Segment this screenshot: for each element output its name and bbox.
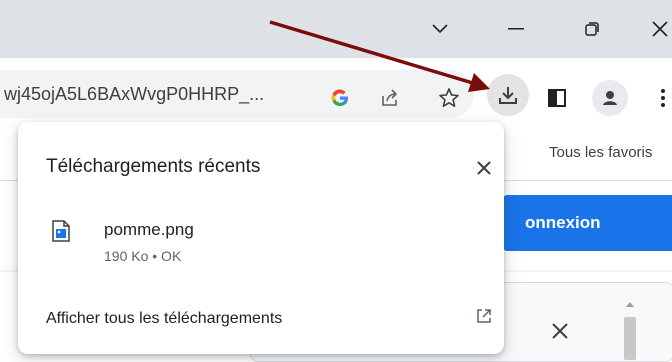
download-item[interactable]: pomme.png 190 Ko • OK [18,206,504,278]
close-window-button[interactable] [640,14,672,44]
popup-title: Téléchargements récents [46,156,261,177]
downloads-button[interactable] [487,74,529,116]
download-icon [499,87,517,104]
close-icon [477,161,491,175]
restore-icon [585,22,599,36]
connexion-button[interactable]: onnexion [500,195,672,251]
chrome-menu-button[interactable] [656,86,670,110]
download-file-name[interactable]: pomme.png [104,220,194,240]
all-bookmarks-link[interactable]: Tous les favoris [549,144,652,161]
google-icon [331,89,348,107]
share-button[interactable] [378,86,402,110]
scroll-up-icon[interactable] [620,297,640,311]
google-lens-button[interactable] [328,86,352,110]
tab-search-button[interactable] [420,14,460,44]
side-panel-icon [548,89,566,107]
share-icon [382,89,398,106]
page-scrollbar[interactable] [620,295,640,360]
page-close-button[interactable] [545,316,575,346]
side-panel-button[interactable] [544,85,570,111]
minimize-button[interactable] [496,14,536,44]
star-icon [439,88,459,107]
open-external-icon [476,308,492,329]
show-all-downloads-row[interactable]: Afficher tous les téléchargements [18,292,504,344]
window-titlebar [0,0,672,58]
profile-button[interactable] [592,80,628,116]
show-all-downloads-link[interactable]: Afficher tous les téléchargements [46,310,282,328]
kebab-menu-icon [661,89,665,107]
close-icon [552,323,568,339]
address-bar[interactable]: wj45ojA5L6BAxWvgP0HHRP_... [0,70,474,118]
bookmark-star-button[interactable] [436,85,462,111]
popup-close-button[interactable] [468,152,500,184]
image-file-icon [52,220,70,247]
download-file-status: 190 Ko • OK [104,248,182,264]
scroll-thumb[interactable] [624,317,636,360]
profile-icon [603,91,617,105]
downloads-popup: Téléchargements récents pomme.png 190 Ko… [18,122,504,354]
restore-button[interactable] [572,14,612,44]
chevron-down-icon [432,24,448,34]
close-icon [652,21,668,37]
url-text[interactable]: wj45ojA5L6BAxWvgP0HHRP_... [4,84,264,105]
minimize-icon [508,28,524,30]
